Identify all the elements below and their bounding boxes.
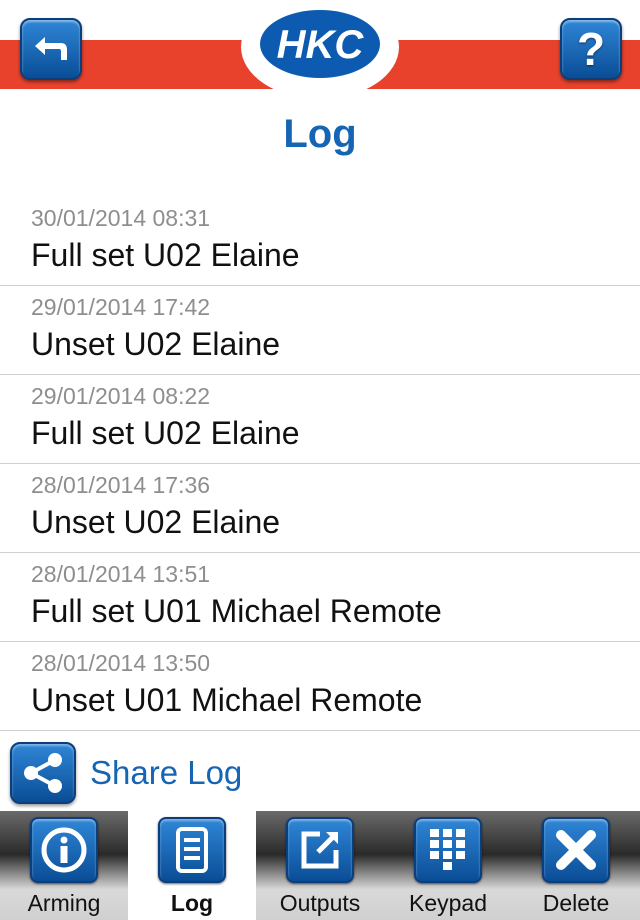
tab-arming[interactable]: Arming [0, 811, 128, 920]
tab-keypad[interactable]: Keypad [384, 811, 512, 920]
info-icon [30, 817, 98, 883]
tab-label: Keypad [408, 890, 487, 916]
log-entry-time: 28/01/2014 13:51 [31, 561, 211, 587]
edit-square-icon [286, 817, 354, 883]
tab-label: Outputs [279, 890, 361, 916]
log-entry-time: 29/01/2014 08:22 [31, 383, 211, 409]
log-entry-event: Unset U01 Michael Remote [31, 682, 423, 718]
hkc-logo: HKC [240, 0, 400, 100]
tab-label: Arming [27, 890, 101, 916]
share-log-button[interactable]: Share Log [10, 740, 242, 806]
app-header: HKC ? [0, 0, 640, 110]
log-entry: 30/01/2014 08:31 Full set U02 Elaine [0, 197, 640, 286]
delete-x-icon [542, 817, 610, 883]
help-button[interactable]: ? [560, 18, 622, 80]
log-entry-time: 29/01/2014 17:42 [31, 294, 211, 320]
back-button[interactable] [20, 18, 82, 80]
tab-outputs[interactable]: Outputs [256, 811, 384, 920]
question-mark-icon: ? [576, 23, 606, 75]
tab-bar: Arming Log Outputs Keypad Delete [0, 811, 640, 920]
log-entry-time: 28/01/2014 13:50 [31, 650, 211, 676]
log-entry-time: 30/01/2014 08:31 [31, 205, 211, 231]
log-entry-event: Unset U02 Elaine [31, 504, 281, 540]
tab-label: Delete [542, 890, 610, 916]
tab-label: Log [170, 890, 214, 916]
document-icon [158, 817, 226, 883]
log-entry-event: Full set U02 Elaine [31, 415, 300, 451]
log-entry: 28/01/2014 13:51 Full set U01 Michael Re… [0, 553, 640, 642]
share-log-label[interactable]: Share Log [90, 754, 242, 792]
log-entry: 28/01/2014 17:36 Unset U02 Elaine [0, 464, 640, 553]
log-entry: 29/01/2014 08:22 Full set U02 Elaine [0, 375, 640, 464]
log-entry-event: Full set U02 Elaine [31, 237, 300, 273]
keypad-grid-icon [414, 817, 482, 883]
logo-text: HKC [277, 23, 365, 67]
page-title: Log [283, 112, 357, 156]
log-entry-time: 28/01/2014 17:36 [31, 472, 211, 498]
back-arrow-icon [35, 37, 67, 60]
log-entry: 28/01/2014 13:50 Unset U01 Michael Remot… [0, 642, 640, 731]
share-icon[interactable] [10, 742, 76, 804]
tab-log[interactable]: Log [128, 811, 256, 920]
log-entry-event: Unset U02 Elaine [31, 326, 281, 362]
log-entry-event: Full set U01 Michael Remote [31, 593, 442, 629]
tab-delete[interactable]: Delete [512, 811, 640, 920]
log-entry: 29/01/2014 17:42 Unset U02 Elaine [0, 286, 640, 375]
log-list: 30/01/2014 08:31 Full set U02 Elaine 29/… [0, 197, 640, 731]
